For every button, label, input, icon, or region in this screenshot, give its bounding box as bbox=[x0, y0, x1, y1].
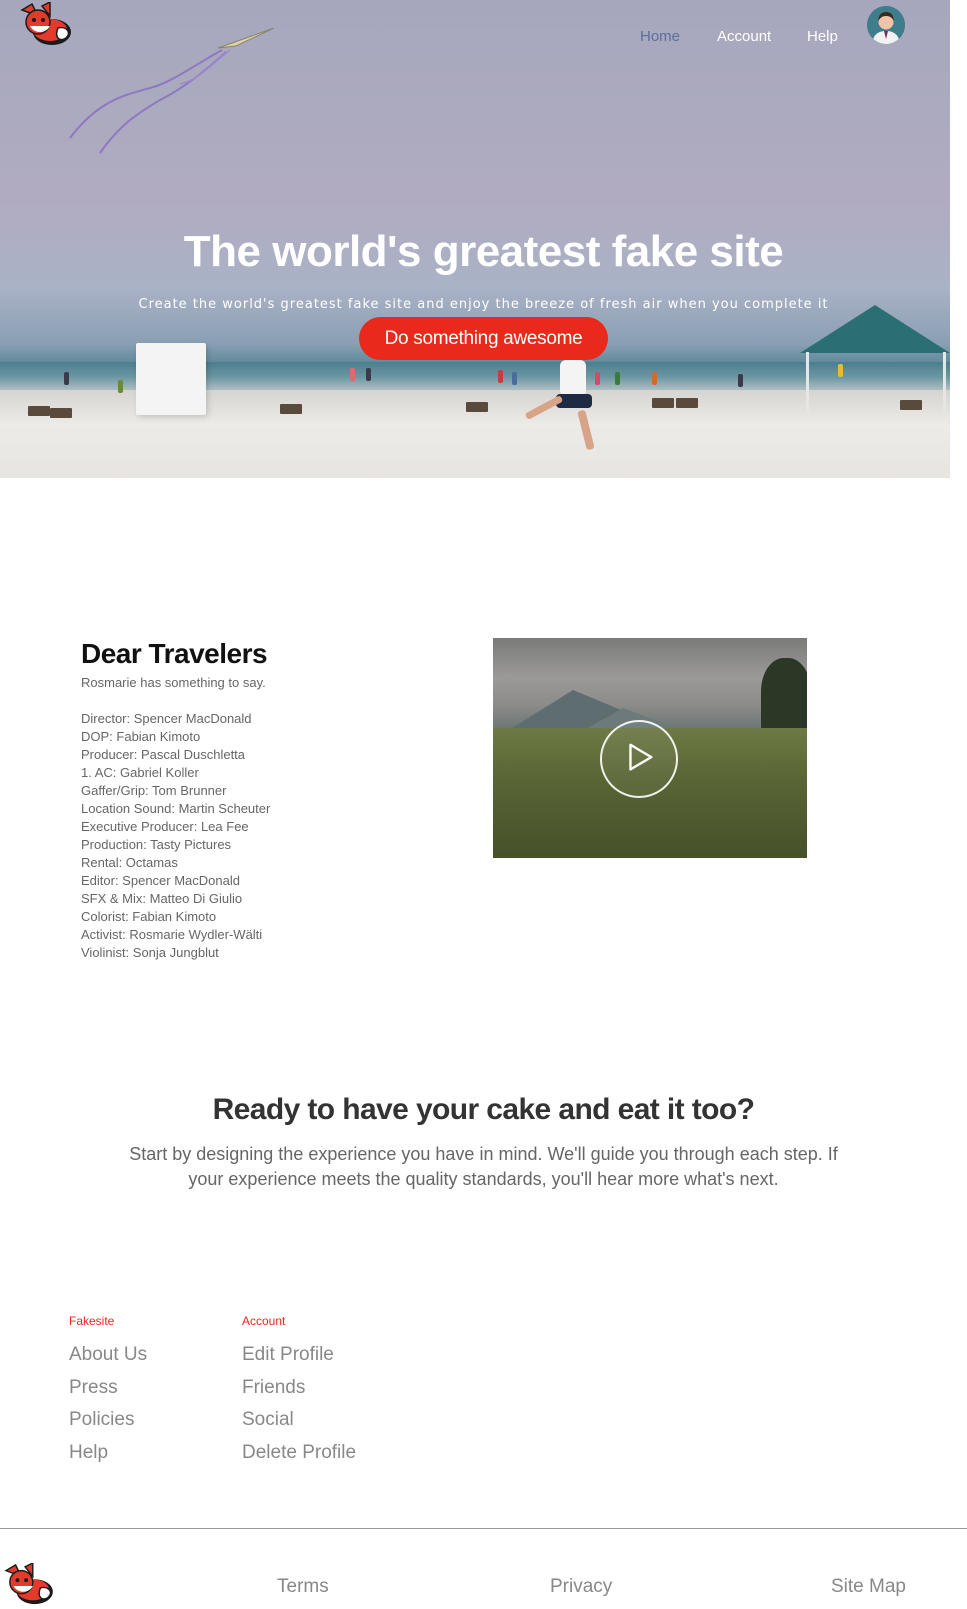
credits-subtitle: Rosmarie has something to say. bbox=[81, 675, 266, 690]
footer-list-fakesite: About Us Press Policies Help bbox=[69, 1339, 147, 1469]
credit-line: Gaffer/Grip: Tom Brunner bbox=[81, 783, 227, 798]
footer-list-account: Edit Profile Friends Social Delete Profi… bbox=[242, 1339, 356, 1469]
user-avatar-icon[interactable] bbox=[867, 6, 905, 44]
credits-list: Director: Spencer MacDonald DOP: Fabian … bbox=[81, 710, 270, 962]
beach-chair bbox=[900, 400, 922, 410]
cta-text: Start by designing the experience you ha… bbox=[129, 1144, 838, 1189]
hero-banner: Home Account Help The world's greatest f… bbox=[0, 0, 950, 478]
nav-help[interactable]: Help bbox=[807, 28, 838, 45]
footer-heading-account: Account bbox=[242, 1314, 286, 1328]
footer-link-edit-profile[interactable]: Edit Profile bbox=[242, 1339, 356, 1372]
credit-line: SFX & Mix: Matteo Di Giulio bbox=[81, 891, 243, 906]
footer-link-help[interactable]: Help bbox=[69, 1437, 147, 1470]
footer-link-policies[interactable]: Policies bbox=[69, 1404, 147, 1437]
credit-line: Activist: Rosmarie Wydler-Wälti bbox=[81, 927, 263, 942]
credit-line: Violinist: Sonja Jungblut bbox=[81, 945, 219, 960]
footer-divider bbox=[0, 1528, 967, 1529]
footer-link-friends[interactable]: Friends bbox=[242, 1372, 356, 1405]
cta-title: Ready to have your cake and eat it too? bbox=[212, 1093, 755, 1126]
footer-link-press[interactable]: Press bbox=[69, 1372, 147, 1405]
credit-line: Location Sound: Martin Scheuter bbox=[81, 801, 271, 816]
fox-logo-icon[interactable] bbox=[16, 2, 74, 48]
nav-home[interactable]: Home bbox=[640, 28, 680, 45]
footer-link-about-us[interactable]: About Us bbox=[69, 1339, 147, 1372]
video-trees bbox=[761, 658, 807, 733]
beach-tent-roof bbox=[800, 305, 950, 353]
credit-line: Rental: Octamas bbox=[81, 855, 178, 870]
credit-line: Producer: Pascal Duschletta bbox=[81, 747, 246, 762]
beach-chair bbox=[50, 408, 72, 418]
footer-link-terms[interactable]: Terms bbox=[277, 1576, 329, 1598]
footer-link-social[interactable]: Social bbox=[242, 1404, 356, 1437]
beach-chair bbox=[280, 404, 302, 414]
beach-chair bbox=[652, 398, 674, 408]
beach-person bbox=[838, 364, 843, 377]
fox-logo-icon[interactable] bbox=[0, 1563, 56, 1607]
beach-person bbox=[615, 372, 620, 385]
footer-link-site-map[interactable]: Site Map bbox=[831, 1576, 906, 1598]
runner-figure bbox=[560, 360, 586, 396]
beach-person bbox=[512, 372, 517, 385]
hero-title: The world's greatest fake site bbox=[183, 227, 784, 276]
beach-person bbox=[595, 372, 600, 385]
video-player[interactable] bbox=[493, 638, 807, 858]
beach-chair bbox=[28, 406, 50, 416]
beach-person bbox=[652, 372, 657, 385]
hero-cta-button[interactable]: Do something awesome bbox=[359, 317, 608, 360]
beach-chair bbox=[676, 398, 698, 408]
beach-tent bbox=[806, 352, 946, 412]
kite-icon bbox=[69, 28, 275, 154]
footer-link-privacy[interactable]: Privacy bbox=[550, 1576, 612, 1598]
beach-person bbox=[64, 372, 69, 385]
credit-line: Director: Spencer MacDonald bbox=[81, 711, 252, 726]
beach-person bbox=[498, 370, 503, 383]
credit-line: Executive Producer: Lea Fee bbox=[81, 819, 249, 834]
credit-line: Production: Tasty Pictures bbox=[81, 837, 232, 852]
beach-booth bbox=[136, 343, 206, 415]
footer-link-delete-profile[interactable]: Delete Profile bbox=[242, 1437, 356, 1470]
beach-chair bbox=[466, 402, 488, 412]
play-icon[interactable] bbox=[600, 720, 678, 798]
beach-person bbox=[738, 374, 743, 387]
beach-person bbox=[366, 368, 371, 381]
beach-person bbox=[118, 380, 123, 393]
nav-account[interactable]: Account bbox=[717, 28, 771, 45]
credit-line: DOP: Fabian Kimoto bbox=[81, 729, 201, 744]
footer-heading-fakesite: Fakesite bbox=[69, 1314, 115, 1328]
credits-title: Dear Travelers bbox=[81, 638, 268, 669]
credit-line: 1. AC: Gabriel Koller bbox=[81, 765, 199, 780]
beach-person bbox=[350, 368, 355, 381]
hero-subtitle: Create the world's greatest fake site an… bbox=[138, 297, 829, 312]
credit-line: Editor: Spencer MacDonald bbox=[81, 873, 240, 888]
credit-line: Colorist: Fabian Kimoto bbox=[81, 909, 217, 924]
